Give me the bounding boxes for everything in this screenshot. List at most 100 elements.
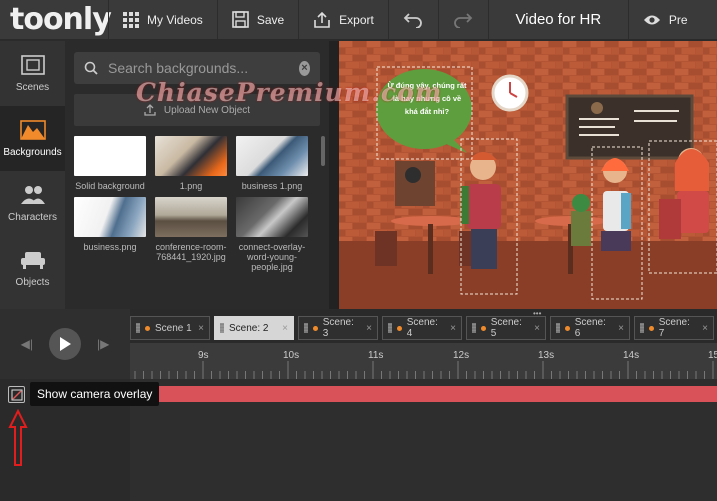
close-scene-icon[interactable]: × bbox=[198, 323, 204, 334]
save-button[interactable]: Save bbox=[216, 0, 298, 39]
timeline-panel: ◀| |▶ Scene 1 × Scene: 2 × Scene: 3 × Scene: 4… bbox=[0, 309, 717, 501]
scene-tab-label: Scene: 3 bbox=[322, 317, 354, 339]
drag-handle-icon[interactable] bbox=[388, 323, 392, 333]
drag-handle-icon[interactable] bbox=[136, 323, 140, 333]
ruler-tick-label: 9s bbox=[198, 350, 209, 361]
asset-category-nav: Scenes Backgrounds Characters Objects bbox=[0, 41, 65, 309]
preview-button[interactable]: Pre bbox=[627, 0, 717, 39]
play-icon bbox=[60, 337, 71, 351]
backgrounds-icon bbox=[19, 119, 46, 141]
ruler-tick-label: 14s bbox=[623, 350, 640, 361]
nav-item-backgrounds[interactable]: Backgrounds bbox=[0, 106, 65, 171]
scene-tab[interactable]: Scene 1 × bbox=[130, 316, 210, 340]
grid-icon bbox=[123, 11, 139, 28]
video-title[interactable]: Video for HR bbox=[487, 0, 628, 39]
camera-overlay-tooltip: Show camera overlay bbox=[30, 382, 160, 406]
export-icon bbox=[313, 11, 331, 29]
ruler-tick-label: 11s bbox=[368, 350, 384, 361]
scene-tab-label: Scene: 6 bbox=[574, 317, 606, 339]
scene-dot-icon bbox=[648, 325, 654, 331]
background-tile[interactable]: conference-room-768441_1920.jpg bbox=[155, 197, 227, 272]
background-tile[interactable]: 1.png bbox=[155, 136, 227, 191]
tile-caption: business.png bbox=[83, 242, 137, 252]
tile-caption: business 1.png bbox=[241, 181, 303, 191]
background-tile[interactable]: business 1.png bbox=[236, 136, 308, 191]
background-library: × Upload New Object Solid background 1.p… bbox=[65, 41, 329, 309]
close-scene-icon[interactable]: × bbox=[450, 323, 456, 334]
clear-search-icon[interactable]: × bbox=[299, 60, 310, 76]
tile-caption: 1.png bbox=[179, 181, 203, 191]
scene-tab[interactable]: Scene: 5 × bbox=[466, 316, 546, 340]
thumbnail bbox=[236, 197, 308, 237]
drag-handle-icon[interactable] bbox=[304, 323, 308, 333]
ruler-ticks bbox=[134, 361, 714, 379]
close-scene-icon[interactable]: × bbox=[282, 323, 288, 334]
background-tile[interactable]: connect-overlay-word-young-people.jpg bbox=[236, 197, 308, 272]
nav-item-label: Backgrounds bbox=[3, 147, 62, 158]
drag-handle-icon[interactable] bbox=[640, 323, 644, 333]
library-scrollbar[interactable] bbox=[321, 136, 325, 166]
toonly-editor: toonly My Videos Save Export Video for H… bbox=[0, 0, 717, 501]
resize-handle[interactable]: ••• bbox=[533, 309, 541, 318]
drag-handle-icon[interactable] bbox=[556, 323, 560, 333]
scene-tab[interactable]: Scene: 4 × bbox=[382, 316, 462, 340]
scene-dot-icon bbox=[564, 325, 570, 331]
ruler-tick-label: 15s bbox=[708, 350, 717, 361]
skip-forward-icon[interactable]: |▶ bbox=[97, 337, 109, 351]
scene-tab[interactable]: Scene: 3 × bbox=[298, 316, 378, 340]
thumbnail bbox=[155, 197, 227, 237]
scene-tab[interactable]: Scene: 6 × bbox=[550, 316, 630, 340]
redo-button[interactable] bbox=[437, 0, 488, 39]
drag-handle-icon[interactable] bbox=[472, 323, 476, 333]
speech-bubble-text: Ừ đúng vậy, chúng rất là hay nhưng cô về… bbox=[387, 81, 467, 116]
scene-tab-label: Scene: 2 bbox=[229, 322, 269, 334]
camera-overlay-toggle[interactable] bbox=[8, 386, 25, 403]
play-button[interactable] bbox=[49, 328, 81, 360]
drag-handle-icon[interactable] bbox=[220, 323, 224, 333]
close-scene-icon[interactable]: × bbox=[702, 323, 708, 334]
background-tile[interactable]: Solid background bbox=[74, 136, 146, 191]
scenes-icon bbox=[20, 54, 46, 76]
undo-icon bbox=[403, 12, 423, 28]
search-icon bbox=[84, 61, 98, 75]
skip-back-icon[interactable]: ◀| bbox=[21, 337, 33, 351]
annotation-arrow bbox=[8, 409, 28, 466]
scene-dot-icon bbox=[396, 325, 402, 331]
sofa-icon bbox=[20, 249, 46, 271]
scene-tab[interactable]: Scene: 7 × bbox=[634, 316, 714, 340]
scene-tab-label: Scene: 4 bbox=[406, 317, 438, 339]
ruler-tick-label: 13s bbox=[538, 350, 555, 361]
timeline-ruler[interactable]: 9s 10s 11s 12s 13s 14s 15s bbox=[130, 343, 717, 379]
scene-dot-icon bbox=[312, 325, 318, 331]
nav-item-scenes[interactable]: Scenes bbox=[0, 41, 65, 106]
panel-divider bbox=[329, 41, 339, 309]
close-scene-icon[interactable]: × bbox=[534, 323, 540, 334]
scene-canvas[interactable]: Ừ đúng vậy, chúng rất là hay nhưng cô về… bbox=[339, 41, 717, 309]
close-scene-icon[interactable]: × bbox=[366, 323, 372, 334]
eye-icon bbox=[643, 14, 661, 26]
playback-controls: ◀| |▶ bbox=[0, 309, 130, 379]
my-videos-label: My Videos bbox=[147, 12, 203, 27]
floppy-disk-icon bbox=[232, 11, 249, 28]
scene-tab-label: Scene 1 bbox=[155, 322, 192, 334]
close-scene-icon[interactable]: × bbox=[618, 323, 624, 334]
top-toolbar: toonly My Videos Save Export Video for H… bbox=[0, 0, 717, 40]
upload-icon bbox=[144, 104, 156, 116]
search-input[interactable] bbox=[108, 60, 289, 76]
nav-item-label: Scenes bbox=[15, 82, 50, 93]
my-videos-button[interactable]: My Videos bbox=[108, 0, 217, 39]
scene-tab[interactable]: Scene: 2 × bbox=[214, 316, 294, 340]
save-label: Save bbox=[256, 12, 285, 27]
ruler-tick-label: 12s bbox=[453, 350, 470, 361]
upload-new-object-button[interactable]: Upload New Object bbox=[74, 94, 320, 126]
undo-button[interactable] bbox=[387, 0, 438, 39]
tile-caption: Solid background bbox=[75, 181, 145, 191]
background-tile[interactable]: business.png bbox=[74, 197, 146, 272]
scene-tab-label: Scene: 7 bbox=[658, 317, 690, 339]
export-button[interactable]: Export bbox=[298, 0, 388, 39]
nav-item-objects[interactable]: Objects bbox=[0, 236, 65, 301]
camera-overlay-icon bbox=[11, 389, 22, 400]
nav-item-characters[interactable]: Characters bbox=[0, 171, 65, 236]
thumbnail bbox=[74, 197, 146, 237]
camera-track-bar[interactable] bbox=[130, 386, 717, 402]
